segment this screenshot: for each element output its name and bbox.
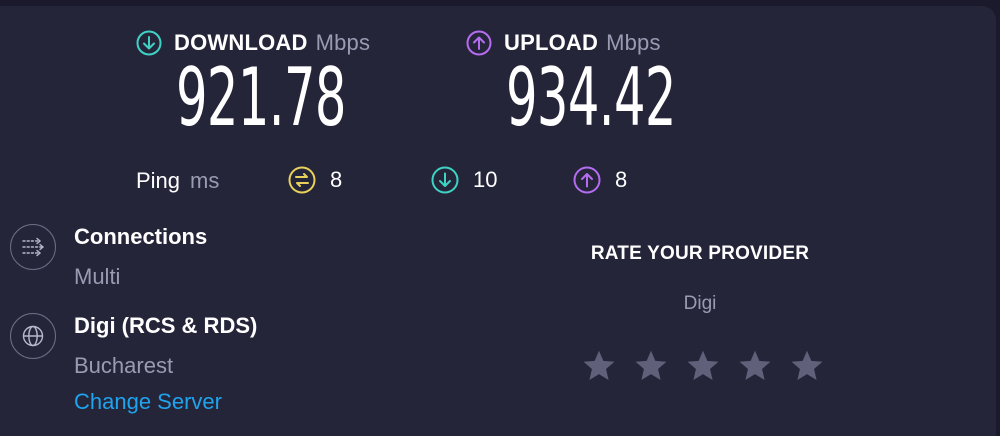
rate-provider-title: RATE YOUR PROVIDER	[590, 243, 810, 264]
idle-ping-icon	[288, 166, 316, 194]
ping-label-group: Ping ms	[136, 168, 219, 194]
provider-name: Digi	[683, 293, 717, 314]
star-5-icon[interactable]	[789, 348, 825, 384]
star-3-icon[interactable]	[685, 348, 721, 384]
upload-ping-icon	[573, 166, 601, 194]
connections-icon-wrap	[10, 224, 56, 270]
idle-ping-value: 8	[330, 167, 343, 192]
star-4-icon[interactable]	[737, 348, 773, 384]
star-rating	[581, 348, 825, 384]
connections-value: Multi	[74, 264, 121, 289]
globe-icon	[22, 325, 44, 347]
connections-icon	[22, 237, 45, 257]
upload-arrow-icon	[466, 30, 492, 56]
server-title: Digi (RCS & RDS)	[74, 313, 258, 338]
star-2-icon[interactable]	[633, 348, 669, 384]
download-ping: 10	[431, 166, 497, 194]
download-arrow-icon	[136, 30, 162, 56]
server-location: Bucharest	[74, 353, 174, 378]
ping-unit: ms	[190, 168, 220, 193]
upload-ping-value: 8	[615, 167, 628, 192]
star-1-icon[interactable]	[581, 348, 617, 384]
download-ping-value: 10	[473, 167, 498, 192]
ping-label: Ping	[136, 168, 181, 193]
idle-ping: 8	[288, 166, 342, 194]
download-speed-value: 921.78	[176, 51, 346, 144]
change-server-link[interactable]: Change Server	[74, 389, 222, 415]
upload-ping: 8	[573, 166, 627, 194]
connections-title: Connections	[74, 224, 208, 249]
upload-speed-value: 934.42	[506, 51, 676, 144]
download-ping-icon	[431, 166, 459, 194]
globe-icon-wrap	[10, 313, 56, 359]
